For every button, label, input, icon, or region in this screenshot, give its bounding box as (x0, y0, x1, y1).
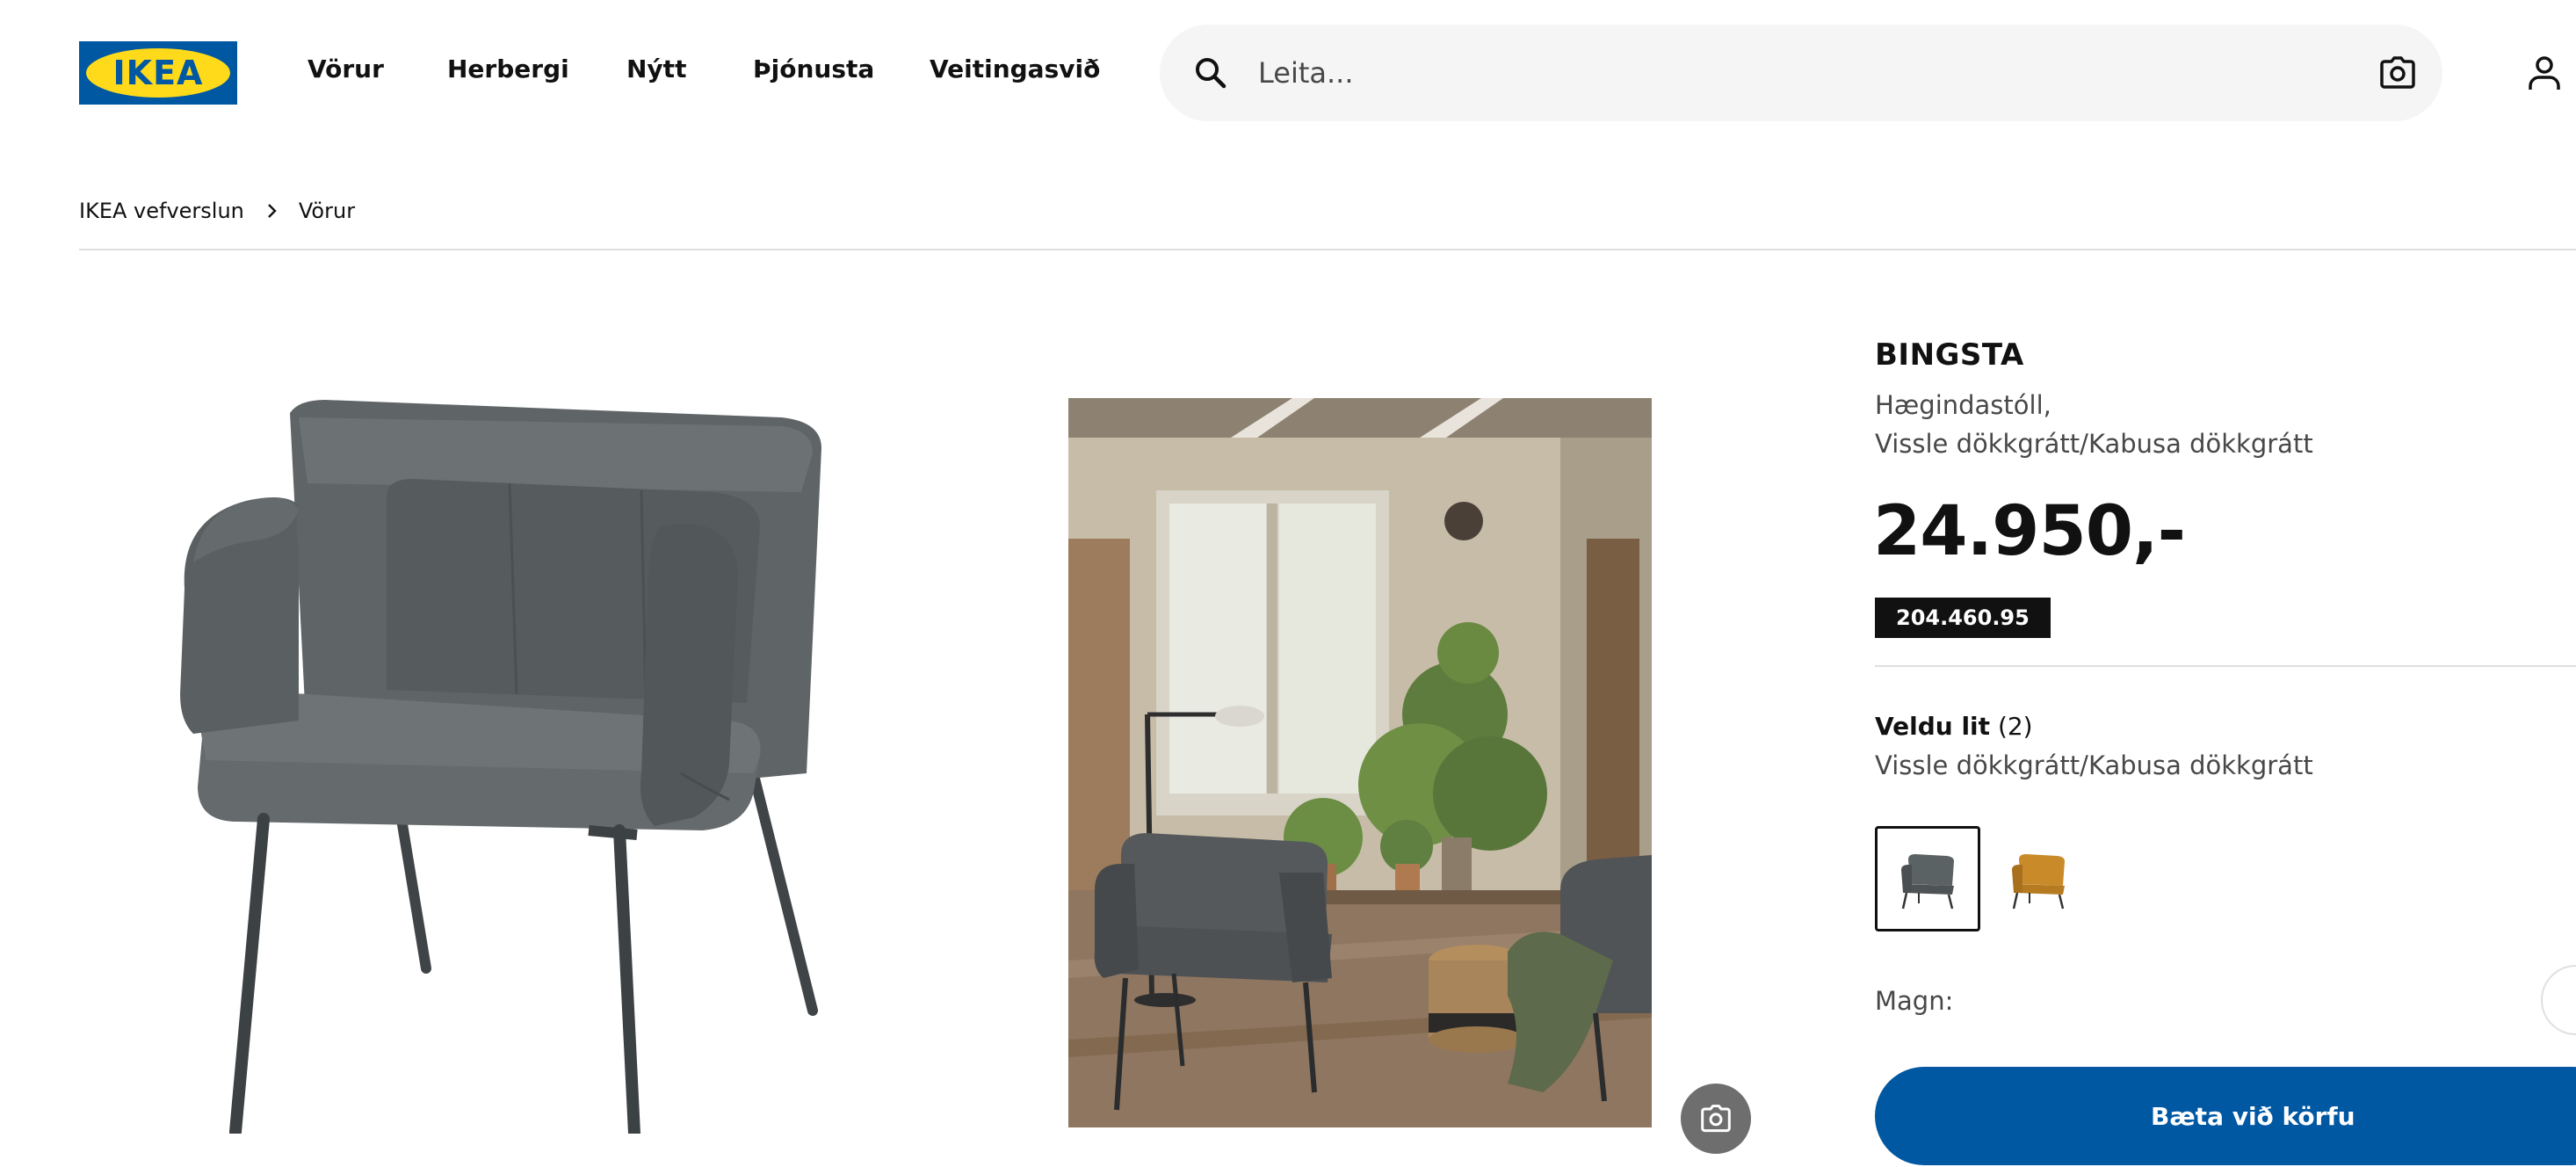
color-swatch-dark-grey[interactable] (1875, 826, 1980, 931)
article-number-badge[interactable]: 204.460.95 (1875, 598, 2051, 638)
product-variant: Vissle dökkgrátt/Kabusa dökkgrátt (1875, 429, 2313, 459)
nav-item-new[interactable]: Nýtt (626, 54, 686, 83)
color-heading-label: Veldu lit (1875, 712, 1991, 741)
quantity-stepper[interactable] (2541, 965, 2576, 1035)
user-icon[interactable] (2527, 54, 2562, 91)
nav-item-restaurant[interactable]: Veitingasvið (930, 54, 1100, 83)
camera-icon (1701, 1105, 1731, 1133)
add-to-cart-button[interactable]: Bæta við körfu (1875, 1067, 2576, 1165)
search-bar (1160, 25, 2442, 121)
chair-thumbnail-icon (1901, 854, 1954, 910)
chair-thumbnail-icon (2012, 854, 2065, 910)
product-price: 24.950,- (1873, 492, 2186, 571)
info-divider (1875, 665, 2576, 667)
nav-item-rooms[interactable]: Herbergi (447, 54, 569, 83)
product-type: Hægindastóll, (1875, 390, 2051, 420)
quantity-label: Magn: (1875, 986, 1954, 1016)
search-input[interactable] (1258, 51, 2312, 95)
color-swatch-orange[interactable] (1986, 826, 2091, 931)
camera-icon[interactable] (2379, 55, 2416, 91)
selected-color-name: Vissle dökkgrátt/Kabusa dökkgrátt (1875, 750, 2313, 780)
site-header: IKEA Vörur Herbergi Nýtt Þjónusta Veitin… (0, 0, 2576, 146)
ikea-logo[interactable]: IKEA (79, 41, 237, 105)
logo-oval: IKEA (86, 48, 230, 98)
product-image-chair[interactable] (167, 387, 861, 1134)
logo-text: IKEA (112, 54, 204, 92)
product-name: BINGSTA (1875, 337, 2024, 373)
nav-item-products[interactable]: Vörur (308, 54, 384, 83)
search-icon[interactable] (1193, 55, 1228, 91)
chevron-right-icon (268, 204, 277, 218)
product-image-room[interactable] (1068, 398, 1652, 1127)
breadcrumb-home[interactable]: IKEA vefverslun (79, 199, 244, 223)
visual-search-button[interactable] (1681, 1084, 1751, 1154)
header-divider (79, 249, 2576, 250)
color-count: (2) (1997, 712, 2033, 741)
color-heading: Veldu lit (2) (1875, 712, 2033, 741)
breadcrumb: IKEA vefverslun Vörur (79, 193, 355, 228)
nav-item-services[interactable]: Þjónusta (753, 54, 874, 83)
breadcrumb-products[interactable]: Vörur (299, 199, 355, 223)
